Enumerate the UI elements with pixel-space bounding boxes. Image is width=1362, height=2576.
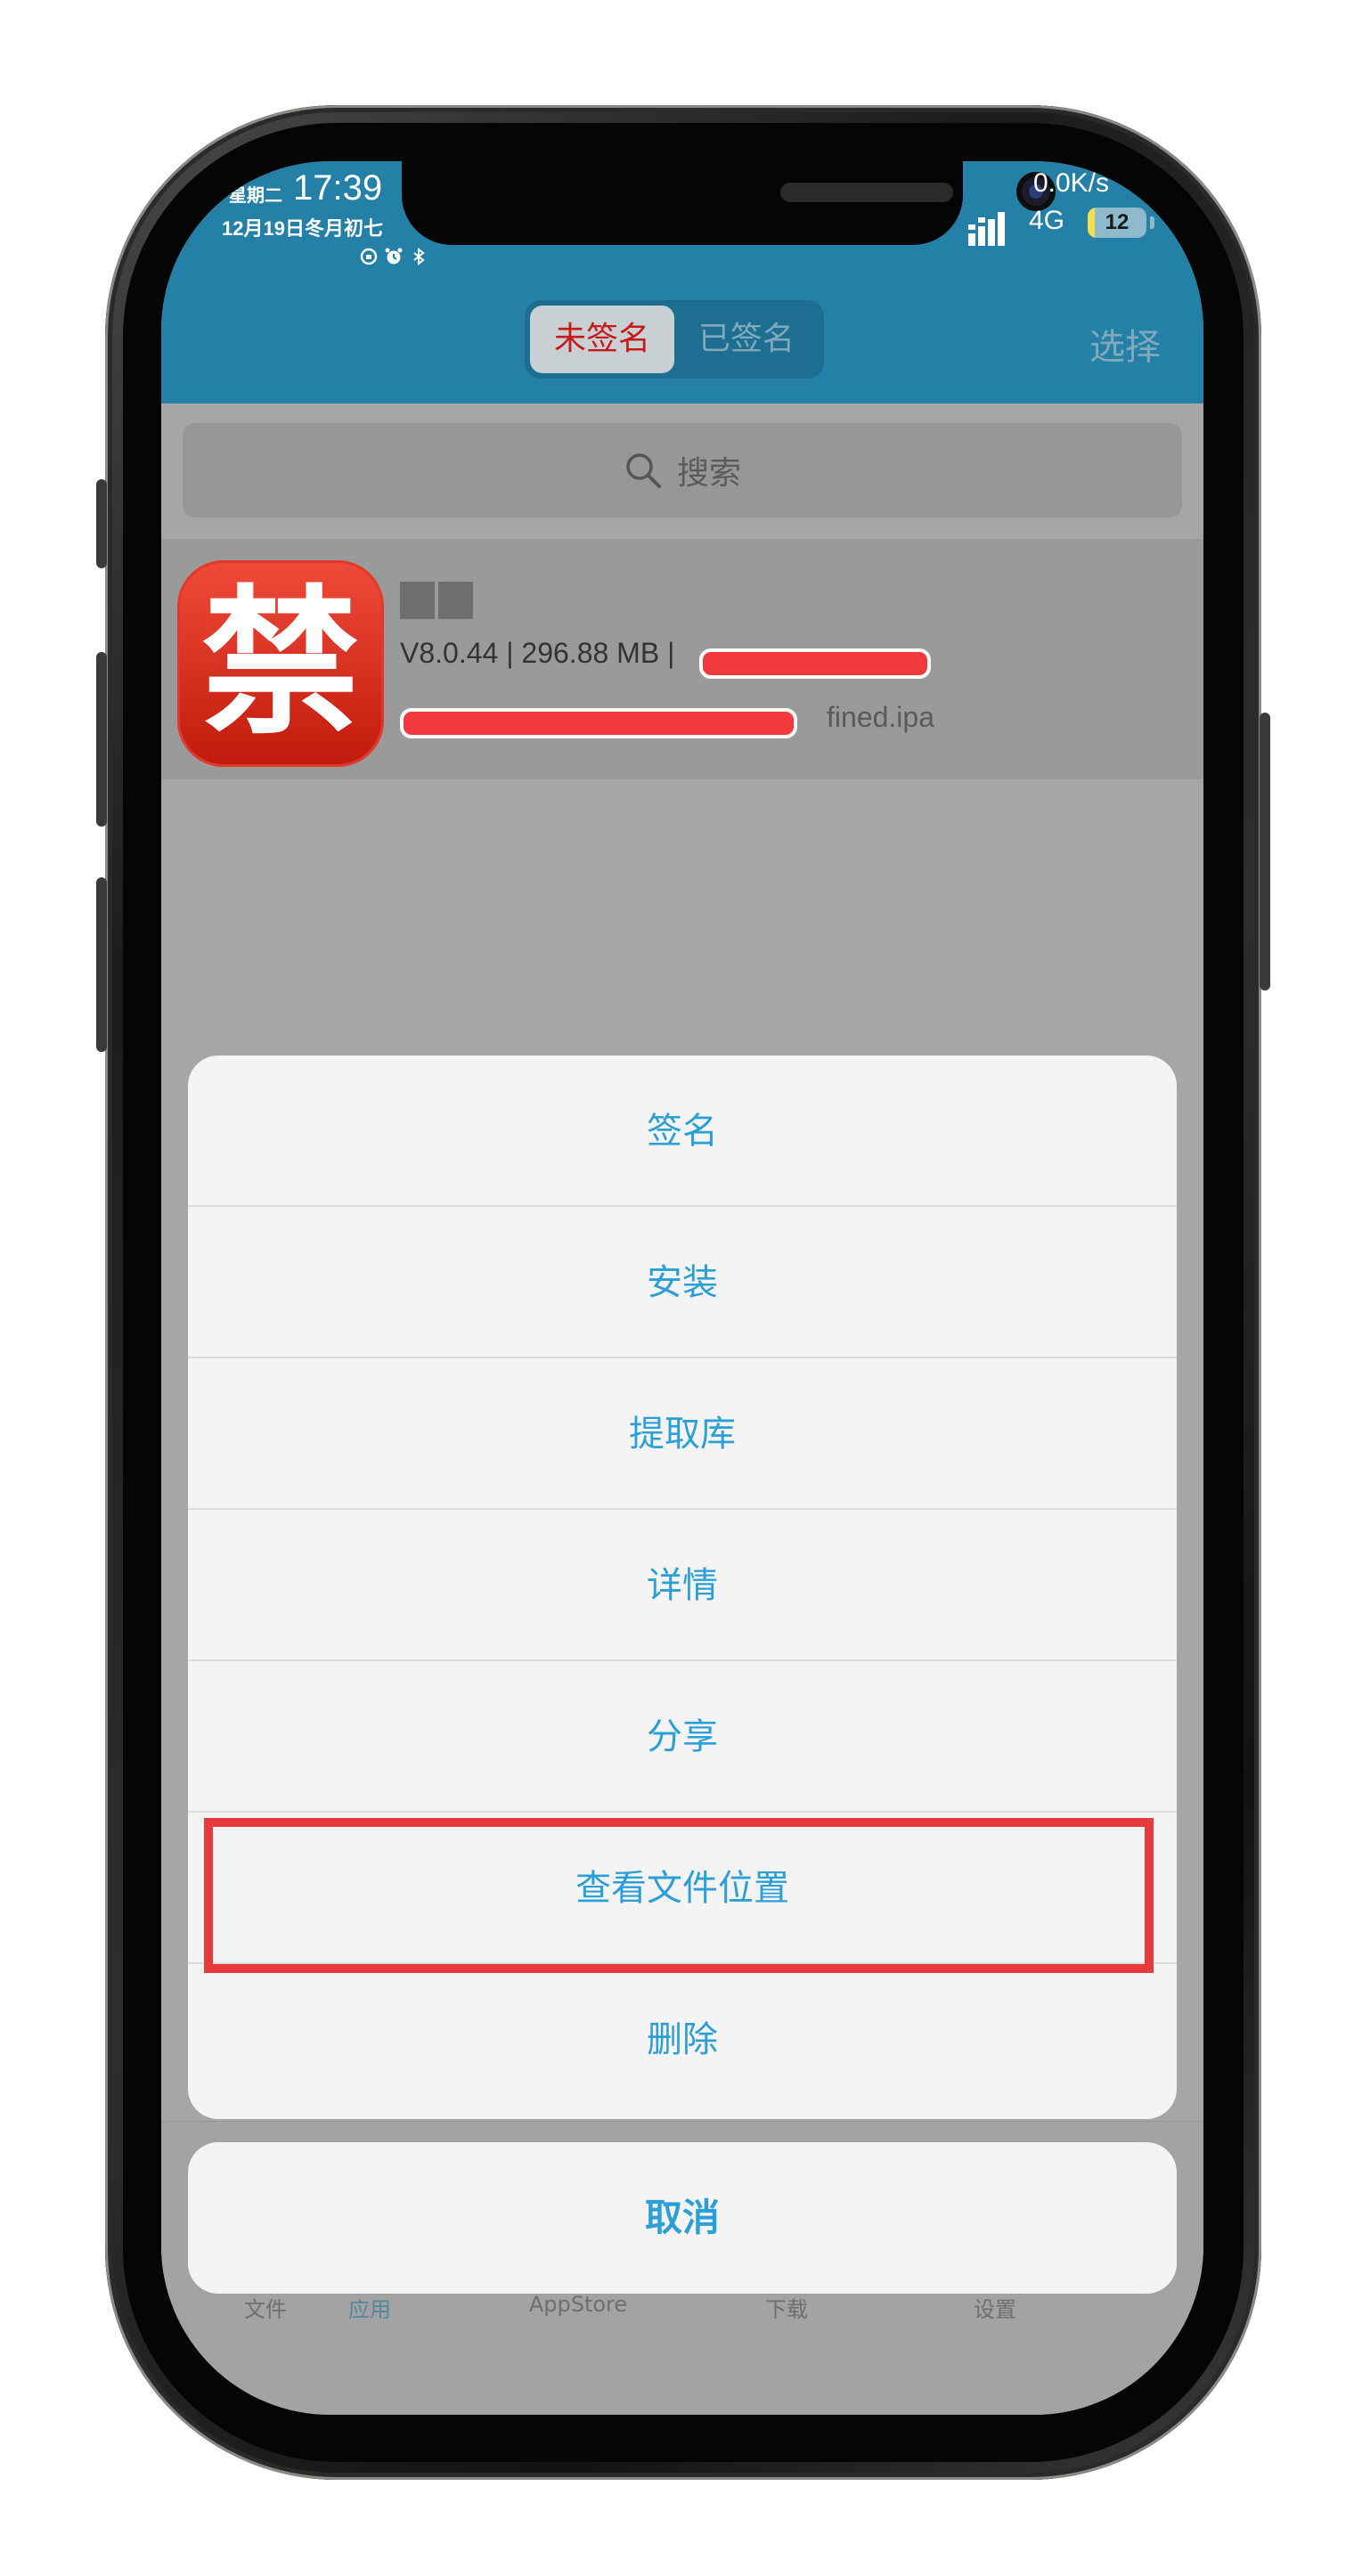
status-net-speed: 0.0K/s <box>1032 168 1109 198</box>
annotation-highlight-box <box>204 1818 1154 1973</box>
app-list-item[interactable]: 禁 V8.0.44 | 296.88 MB | fined.ipa <box>161 539 1203 779</box>
alarm-icon <box>384 247 404 266</box>
power-button <box>1260 713 1270 990</box>
status-network: 4G <box>1029 206 1065 235</box>
select-button[interactable]: 选择 <box>1089 318 1161 370</box>
bluetooth-icon <box>409 247 428 266</box>
action-delete[interactable]: 删除 <box>188 1964 1177 2115</box>
volume-down-button <box>96 877 107 1052</box>
signal-strength-icon <box>968 212 1005 246</box>
battery-level: 12 <box>1105 210 1130 234</box>
redaction-mark <box>400 708 797 738</box>
tab-appstore[interactable]: AppStore <box>474 2292 682 2317</box>
search-icon <box>626 453 661 488</box>
phone-screen: 星期二 17:39 12月19日冬月初七 0.0K/s 4G 12 未签名 已签… <box>161 161 1203 2415</box>
segment-signed[interactable]: 已签名 <box>674 306 819 373</box>
cancel-button[interactable]: 取消 <box>188 2142 1177 2294</box>
signed-segmented-control: 未签名 已签名 <box>525 300 824 379</box>
tab-settings[interactable]: 设置 <box>891 2292 1099 2323</box>
status-icons <box>359 247 428 268</box>
tab-downloads[interactable]: 下载 <box>682 2292 891 2323</box>
battery-cap <box>1150 216 1154 229</box>
action-share[interactable]: 分享 <box>188 1661 1177 1813</box>
search-area: 搜索 <box>161 404 1203 539</box>
app-name-redacted <box>400 582 473 619</box>
action-install[interactable]: 安装 <box>188 1207 1177 1358</box>
action-sign[interactable]: 签名 <box>188 1056 1177 1207</box>
tab-apps[interactable]: 应用 <box>265 2292 474 2323</box>
lock-rotation-icon <box>359 247 379 266</box>
battery-indicator: 12 <box>1088 208 1146 238</box>
redaction-mark <box>699 648 931 679</box>
status-time: 17:39 <box>293 168 383 208</box>
action-extract-library[interactable]: 提取库 <box>188 1358 1177 1510</box>
action-details[interactable]: 详情 <box>188 1510 1177 1661</box>
prohibited-glyph: 禁 <box>201 571 360 755</box>
search-input[interactable]: 搜索 <box>183 423 1182 518</box>
earpiece-speaker <box>780 183 953 202</box>
status-weekday: 星期二 <box>229 186 282 206</box>
silent-switch <box>96 479 107 568</box>
volume-up-button <box>96 652 107 827</box>
segment-unsigned[interactable]: 未签名 <box>530 306 674 373</box>
status-date: 12月19日冬月初七 <box>222 217 383 240</box>
notch <box>402 161 1056 245</box>
app-meta: V8.0.44 | 296.88 MB | <box>400 637 675 669</box>
app-icon: 禁 <box>177 560 384 767</box>
search-placeholder: 搜索 <box>676 455 741 492</box>
app-header: 星期二 17:39 12月19日冬月初七 0.0K/s 4G 12 未签名 已签… <box>161 161 1203 404</box>
